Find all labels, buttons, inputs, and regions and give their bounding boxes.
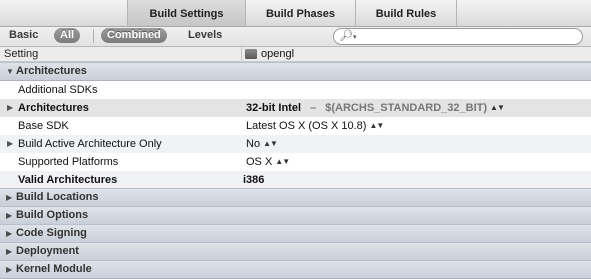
filter-levels-button[interactable]: Levels: [188, 28, 222, 43]
row-build-active-architecture-only[interactable]: ▶ Build Active Architecture Only No ▲▼: [0, 135, 591, 153]
section-code-signing[interactable]: ▶ Code Signing: [0, 224, 591, 243]
disclosure-open-icon[interactable]: ▼: [6, 63, 14, 80]
setting-name: Build Active Architecture Only: [18, 138, 162, 150]
setting-value[interactable]: OS X ▲▼: [246, 153, 290, 172]
section-kernel-module[interactable]: ▶ Kernel Module: [0, 260, 591, 279]
row-supported-platforms[interactable]: Supported Platforms OS X ▲▼: [0, 153, 591, 171]
filter-separator: [93, 29, 94, 43]
setting-name: Additional SDKs: [18, 84, 98, 96]
disclosure-closed-icon[interactable]: ▶: [6, 189, 12, 206]
tab-build-phases[interactable]: Build Phases: [245, 0, 355, 26]
disclosure-closed-icon[interactable]: ▶: [6, 243, 12, 260]
value-dash: –: [310, 102, 317, 114]
stepper-icon[interactable]: ▲▼: [369, 121, 384, 130]
setting-value[interactable]: i386: [243, 171, 264, 189]
disclosure-closed-icon[interactable]: ▶: [6, 261, 12, 278]
target-column-header[interactable]: opengl: [261, 47, 294, 61]
supported-platforms-value: OS X: [246, 156, 273, 168]
row-valid-architectures[interactable]: Valid Architectures i386: [0, 171, 591, 189]
tab-build-rules[interactable]: Build Rules: [355, 0, 457, 26]
stepper-icon[interactable]: ▲▼: [275, 157, 290, 166]
search-field[interactable]: 🔎︎▾: [333, 28, 583, 45]
section-deployment[interactable]: ▶ Deployment: [0, 242, 591, 261]
section-label: Architectures: [16, 65, 87, 77]
section-build-locations[interactable]: ▶ Build Locations: [0, 188, 591, 207]
search-icon[interactable]: 🔎︎▾: [339, 29, 356, 45]
section-architectures[interactable]: ▼ Architectures: [0, 62, 591, 81]
disclosure-closed-icon[interactable]: ▶: [6, 207, 12, 224]
build-active-value: No: [246, 138, 261, 150]
filter-combined-button[interactable]: Combined: [101, 28, 167, 43]
tab-build-settings[interactable]: Build Settings: [127, 0, 245, 26]
section-label: Deployment: [16, 245, 79, 257]
stepper-icon[interactable]: ▲▼: [263, 139, 278, 148]
section-label: Build Locations: [16, 191, 99, 203]
stepper-icon[interactable]: ▲▼: [490, 103, 505, 112]
base-sdk-value: Latest OS X (OS X 10.8): [246, 120, 367, 132]
filter-all-button[interactable]: All: [54, 28, 81, 43]
tab-bar: Build Settings Build Phases Build Rules: [0, 0, 591, 27]
setting-name: Supported Platforms: [18, 156, 119, 168]
target-icon: [245, 49, 257, 59]
disclosure-closed-icon[interactable]: ▶: [7, 99, 13, 117]
section-label: Kernel Module: [16, 263, 92, 275]
setting-name: Base SDK: [18, 120, 69, 132]
row-architectures[interactable]: ▶ Architectures 32-bit Intel – $(ARCHS_S…: [0, 99, 591, 117]
setting-column-header: Setting: [4, 48, 39, 60]
section-build-options[interactable]: ▶ Build Options: [0, 206, 591, 225]
setting-value[interactable]: 32-bit Intel – $(ARCHS_STANDARD_32_BIT) ▲…: [246, 99, 505, 118]
setting-name: Valid Architectures: [18, 174, 118, 186]
setting-value[interactable]: Latest OS X (OS X 10.8) ▲▼: [246, 117, 384, 136]
row-additional-sdks[interactable]: Additional SDKs: [0, 81, 591, 99]
setting-name: Architectures: [18, 102, 89, 114]
filter-basic-button[interactable]: Basic: [9, 28, 38, 43]
filter-bar: Basic All Combined Levels 🔎︎▾: [0, 27, 591, 47]
disclosure-closed-icon[interactable]: ▶: [6, 225, 12, 242]
row-base-sdk[interactable]: Base SDK Latest OS X (OS X 10.8) ▲▼: [0, 117, 591, 135]
disclosure-closed-icon[interactable]: ▶: [7, 135, 13, 153]
section-label: Code Signing: [16, 227, 87, 239]
setting-value[interactable]: No ▲▼: [246, 135, 278, 154]
architectures-macro: $(ARCHS_STANDARD_32_BIT): [325, 102, 488, 114]
column-divider: [241, 47, 242, 61]
column-header: Setting opengl: [0, 47, 591, 62]
section-label: Build Options: [16, 209, 89, 221]
architectures-value: 32-bit Intel: [246, 102, 302, 114]
